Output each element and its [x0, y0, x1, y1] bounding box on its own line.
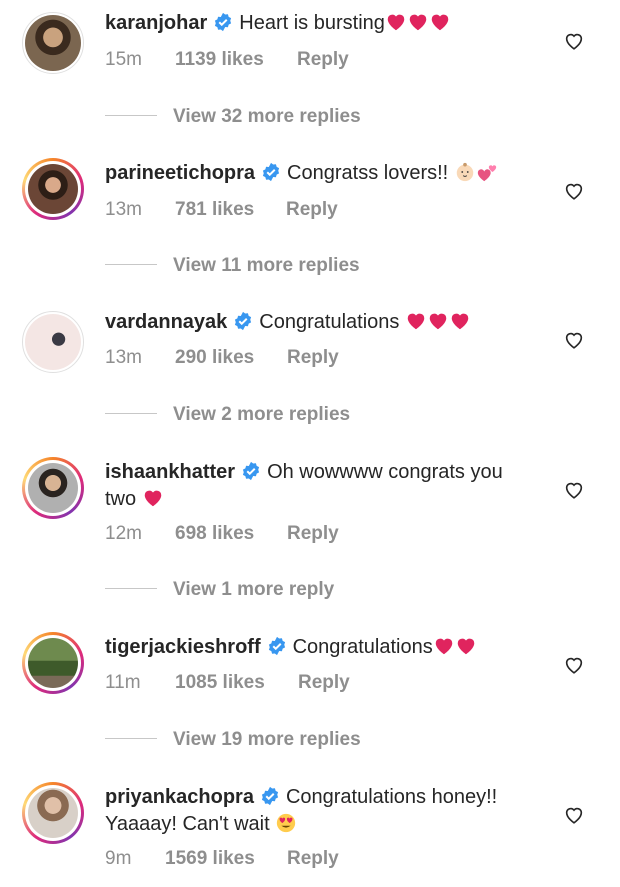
avatar[interactable]: [22, 158, 84, 220]
divider: [105, 588, 157, 589]
verified-badge-icon: [262, 162, 280, 182]
heart-emoji-icon: [429, 313, 447, 330]
view-more-replies[interactable]: View 2 more replies: [105, 404, 350, 426]
divider: [105, 413, 157, 414]
comment-meta: 11m 1085 likes Reply: [105, 672, 350, 694]
likes-count[interactable]: 1139 likes: [175, 49, 297, 71]
comment-text: Heart is bursting: [239, 12, 385, 34]
likes-count[interactable]: 781 likes: [175, 199, 286, 221]
avatar[interactable]: [22, 12, 84, 74]
timestamp: 13m: [105, 347, 142, 368]
view-more-replies[interactable]: View 19 more replies: [105, 729, 361, 751]
timestamp: 9m: [105, 848, 132, 869]
comment-body: ishaankhatter Oh wowwww congrats you two: [105, 459, 535, 513]
username[interactable]: parineetichopra: [105, 162, 255, 184]
heart-emoji-icon: [451, 313, 469, 330]
timestamp: 13m: [105, 199, 142, 220]
view-more-label: View 19 more replies: [173, 729, 361, 750]
username[interactable]: tigerjackieshroff: [105, 636, 261, 658]
heart-eyes-emoji-icon: [277, 813, 296, 833]
verified-badge-icon: [268, 636, 285, 656]
divider: [105, 264, 157, 265]
divider: [105, 738, 157, 739]
comment-body: priyankachopra Congratulations honey!! Ya…: [105, 784, 535, 838]
reply-button[interactable]: Reply: [287, 848, 339, 870]
verified-badge-icon: [261, 786, 279, 806]
heart-emoji-icon: [457, 638, 474, 655]
view-more-label: View 2 more replies: [173, 404, 351, 425]
verified-badge-icon: [242, 461, 260, 481]
baby-emoji-icon: [456, 162, 474, 182]
comment-meta: 13m 781 likes Reply: [105, 199, 338, 221]
username[interactable]: karanjohar: [105, 12, 207, 34]
like-heart-icon[interactable]: [563, 654, 585, 676]
likes-count[interactable]: 698 likes: [175, 523, 287, 545]
view-more-label: View 11 more replies: [173, 255, 360, 276]
likes-count[interactable]: 290 likes: [175, 347, 287, 369]
timestamp: 15m: [105, 49, 142, 70]
heart-emoji-icon: [387, 14, 405, 31]
likes-count[interactable]: 1569 likes: [165, 848, 287, 870]
verified-badge-icon: [235, 311, 252, 331]
username[interactable]: priyankachopra: [105, 786, 254, 808]
username[interactable]: ishaankhatter: [105, 461, 235, 483]
avatar[interactable]: [22, 457, 84, 519]
reply-button[interactable]: Reply: [287, 347, 339, 369]
comment-meta: 12m 698 likes Reply: [105, 523, 339, 545]
reply-button[interactable]: Reply: [287, 523, 339, 545]
comment-body: tigerjackieshroff Congratulations: [105, 634, 535, 661]
comment-text: Congratulations: [259, 311, 400, 333]
view-more-replies[interactable]: View 32 more replies: [105, 106, 361, 128]
reply-button[interactable]: Reply: [298, 672, 350, 694]
view-more-label: View 1 more reply: [173, 579, 335, 600]
comment-body: parineetichopra Congratss lovers!!: [105, 160, 535, 187]
reply-button[interactable]: Reply: [286, 199, 338, 221]
avatar[interactable]: [22, 311, 84, 373]
timestamp: 12m: [105, 523, 142, 544]
avatar[interactable]: [22, 632, 84, 694]
reply-button[interactable]: Reply: [297, 49, 349, 71]
likes-count[interactable]: 1085 likes: [175, 672, 298, 694]
comment-meta: 9m 1569 likes Reply: [105, 848, 339, 870]
like-heart-icon[interactable]: [563, 329, 585, 351]
comment-text: Congratss lovers!!: [287, 162, 449, 184]
comment-body: karanjohar Heart is bursting: [105, 10, 535, 37]
like-heart-icon[interactable]: [563, 180, 585, 202]
username[interactable]: vardannayak: [105, 311, 227, 333]
comment-text: Congratulations: [292, 636, 433, 658]
comment-meta: 15m 1139 likes Reply: [105, 49, 349, 71]
comment-body: vardannayak Congratulations: [105, 309, 535, 336]
heart-emoji-icon: [435, 638, 452, 655]
divider: [105, 115, 157, 116]
view-more-label: View 32 more replies: [173, 106, 361, 127]
like-heart-icon[interactable]: [563, 479, 585, 501]
heart-emoji-icon: [407, 313, 425, 330]
verified-badge-icon: [215, 12, 232, 32]
timestamp: 11m: [105, 672, 141, 693]
heart-emoji-icon: [431, 14, 449, 31]
like-heart-icon[interactable]: [563, 804, 585, 826]
two-hearts-emoji-icon: [477, 165, 496, 182]
view-more-replies[interactable]: View 1 more reply: [105, 579, 334, 601]
heart-emoji-icon: [409, 14, 427, 31]
view-more-replies[interactable]: View 11 more replies: [105, 255, 360, 277]
heart-emoji-icon: [144, 490, 161, 507]
like-heart-icon[interactable]: [563, 30, 585, 52]
comment-meta: 13m 290 likes Reply: [105, 347, 339, 369]
avatar[interactable]: [22, 782, 84, 844]
